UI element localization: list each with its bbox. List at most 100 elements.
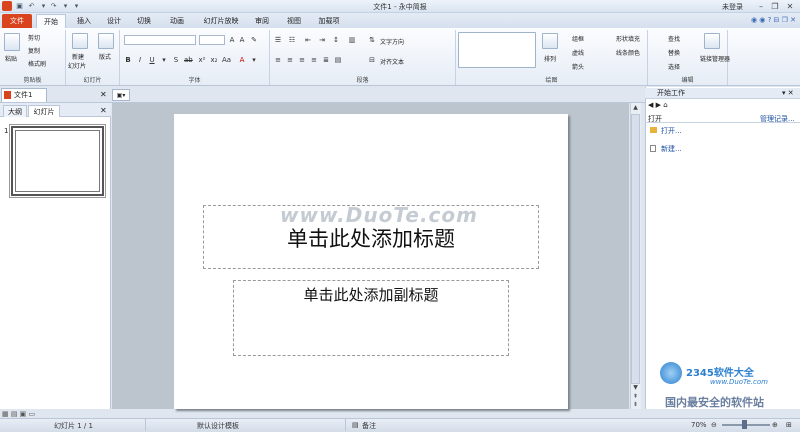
arrow-button[interactable]: 箭头 [572,62,584,71]
customize-qat-icon[interactable]: ▾ [72,2,81,10]
text-direction-icon[interactable]: ⇅ [368,36,376,44]
zoom-slider-handle[interactable] [742,420,747,429]
addin-manager-icon[interactable] [704,33,720,49]
tab-review[interactable]: 审阅 [250,14,274,28]
format-painter-button[interactable]: 格式刷 [28,59,46,68]
align-right-icon[interactable]: ≡ [298,56,306,64]
cut-button[interactable]: 剪切 [28,33,40,42]
tab-animations[interactable]: 动画 [164,14,190,28]
align-text-icon[interactable]: ⊟ [368,56,376,64]
superscript-icon[interactable]: x² [198,56,206,64]
scroll-up-icon[interactable]: ▲ [631,104,640,112]
find-button[interactable]: 查找 [668,34,680,43]
columns-icon[interactable]: ▥ [348,36,356,44]
columns-dropdown-icon[interactable]: ▤ [334,56,342,64]
align-text-button[interactable]: 对齐文本 [380,57,404,66]
tab-outline[interactable]: 大纲 [3,105,27,117]
font-color-dropdown-icon[interactable]: ▾ [250,56,258,64]
shape-fill-button[interactable]: 形状填充 [616,34,640,43]
close-icon[interactable]: ✕ [785,2,795,11]
clear-format-icon[interactable]: ✎ [250,36,258,44]
select-button[interactable]: 选择 [668,62,680,71]
underline-icon[interactable]: U [148,56,156,64]
distribute-icon[interactable]: ≣ [322,56,330,64]
minimize-icon[interactable]: – [756,2,766,11]
layout-icon[interactable] [98,33,114,49]
line-color-button[interactable]: 线条颜色 [616,48,640,57]
dash-button[interactable]: 虚线 [572,48,584,57]
change-case-icon[interactable]: Aa [222,56,231,64]
task-pane-nav-icons[interactable]: ◀ ▶ ⌂ [648,101,668,111]
tab-view[interactable]: 视图 [282,14,306,28]
subscript-icon[interactable]: x₂ [210,56,218,64]
notes-icon[interactable]: ▤ [352,421,359,429]
save-icon[interactable]: ▣ [15,2,24,10]
shadow-icon[interactable]: S [172,56,180,64]
title-placeholder[interactable]: 单击此处添加标题 [203,223,539,253]
undo-icon[interactable]: ↶ [27,2,36,10]
replace-button[interactable]: 替换 [668,48,680,57]
decrease-indent-icon[interactable]: ⇤ [304,36,312,44]
zoom-out-icon[interactable]: ⊖ [711,421,717,429]
subtitle-placeholder[interactable]: 单击此处添加副标题 [233,284,509,305]
prev-slide-icon[interactable]: ⇞ [631,393,640,401]
new-slide-label[interactable]: 新建 [72,52,84,61]
font-name-combo[interactable] [124,35,196,45]
increase-indent-icon[interactable]: ⇥ [318,36,326,44]
tab-insert[interactable]: 插入 [72,14,96,28]
tab-transitions[interactable]: 切换 [132,14,156,28]
addin-manager-button[interactable]: 链接管理器 [700,54,730,63]
fit-window-icon[interactable]: ⊞ [786,421,792,429]
zoom-in-icon[interactable]: ⊕ [772,421,778,429]
new-link[interactable]: 新建... [661,144,682,154]
font-size-combo[interactable] [199,35,225,45]
italic-icon[interactable]: I [136,56,144,64]
close-doc-icon[interactable]: ✕ [100,90,107,99]
notes-button[interactable]: 备注 [362,421,376,431]
new-document-button[interactable]: ▣▾ [112,89,130,101]
scroll-down-icon[interactable]: ▼ [631,384,640,392]
redo-icon[interactable]: ↷ [49,2,58,10]
align-center-icon[interactable]: ≡ [286,56,294,64]
align-left-icon[interactable]: ≡ [274,56,282,64]
help-icons[interactable]: ◉ ◉ ? ⊟ ❐ ✕ [751,16,796,24]
font-dropdown-icon[interactable]: ▾ [160,56,168,64]
layout-button[interactable]: 版式 [99,52,111,61]
login-link[interactable]: 未登录 [722,2,743,12]
redo-dropdown-icon[interactable]: ▾ [61,2,70,10]
close-panel-icon[interactable]: ✕ [100,106,107,115]
text-direction-button[interactable]: 文字方向 [380,37,404,46]
view-buttons[interactable]: ▦ ▤ ▣ ▭ [2,410,35,418]
tab-slideshow[interactable]: 幻灯片放映 [198,14,244,28]
font-color-icon[interactable]: A [238,56,246,64]
tab-file[interactable]: 文件 [2,14,32,28]
undo-dropdown-icon[interactable]: ▾ [39,2,48,10]
tab-addins[interactable]: 加载项 [314,14,344,28]
open-link[interactable]: 打开... [661,126,682,136]
next-slide-icon[interactable]: ⇟ [631,401,640,409]
tab-slides[interactable]: 幻灯片 [28,105,60,117]
copy-button[interactable]: 复制 [28,46,40,55]
arrange-icon[interactable] [542,33,558,49]
new-slide-icon[interactable] [72,33,88,49]
bullets-icon[interactable]: ☰ [274,36,282,44]
shrink-font-icon[interactable]: A [238,36,246,44]
paste-icon[interactable] [4,33,20,51]
justify-icon[interactable]: ≡ [310,56,318,64]
zoom-level[interactable]: 70% [691,421,707,429]
numbering-icon[interactable]: ☷ [288,36,296,44]
restore-icon[interactable]: ❐ [770,2,780,11]
line-spacing-icon[interactable]: ↕ [332,36,340,44]
tab-home[interactable]: 开始 [36,14,66,28]
shapes-gallery[interactable] [458,32,536,68]
scroll-thumb[interactable] [631,114,640,384]
manage-records-link[interactable]: 管理记录... [760,114,795,124]
outline-button[interactable]: 组框 [572,34,584,43]
bold-icon[interactable]: B [124,56,132,64]
strikethrough-icon[interactable]: ab [184,56,193,64]
tab-design[interactable]: 设计 [102,14,126,28]
arrange-button[interactable]: 排列 [544,54,556,63]
new-slide-label-2[interactable]: 幻灯片 [68,61,86,70]
grow-font-icon[interactable]: A [228,36,236,44]
task-pane-menu-icon[interactable]: ▾ ✕ [782,89,794,97]
